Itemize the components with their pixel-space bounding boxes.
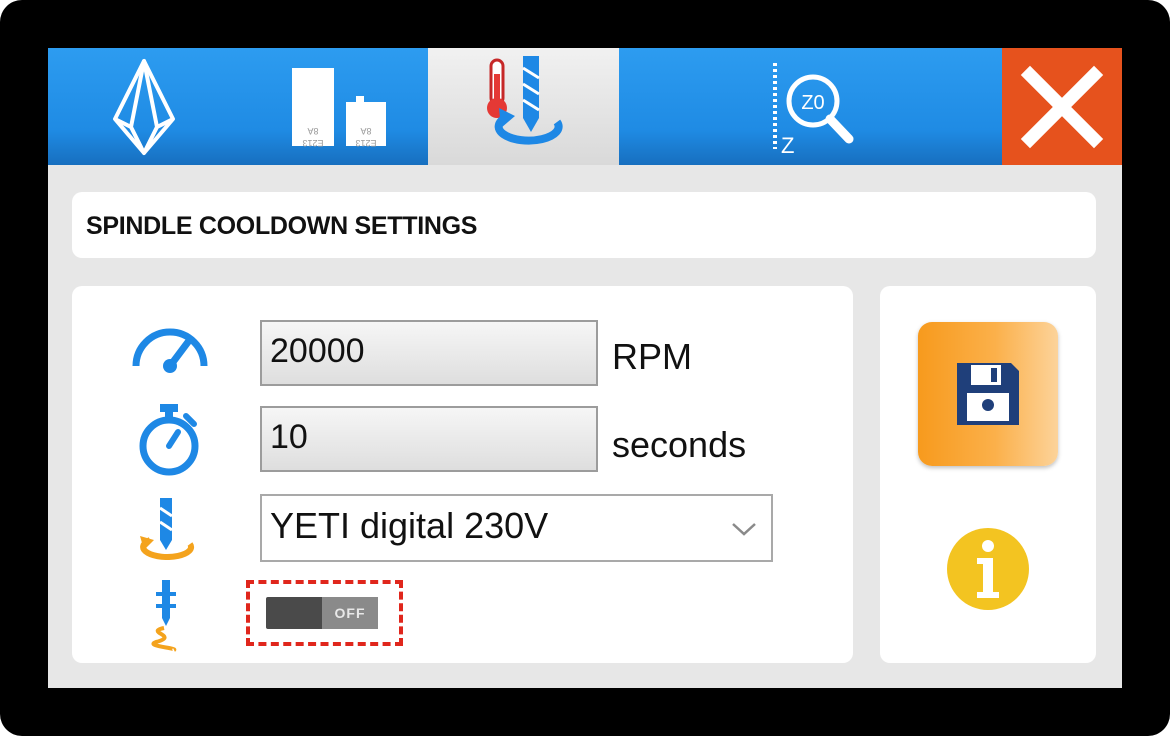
duration-input[interactable]: 10 — [260, 406, 598, 472]
page-title: SPINDLE COOLDOWN SETTINGS — [86, 212, 478, 240]
spindle-temperature-icon — [486, 55, 563, 145]
top-toolbar: 8A E213 8A E213 Z Z0 — [48, 48, 1122, 165]
svg-text:8A: 8A — [307, 126, 318, 136]
speedometer-icon — [132, 328, 208, 373]
stopwatch-icon — [139, 404, 199, 476]
rpm-unit-label: RPM — [612, 336, 692, 377]
yeti-logo-icon — [113, 58, 175, 155]
settings-panel: 20000 RPM 10 seconds YETI digital 230V O… — [72, 286, 853, 663]
app-screen: 8A E213 8A E213 Z Z0 SPINDLE COOLDOWN SE… — [48, 48, 1122, 688]
title-panel: SPINDLE COOLDOWN SETTINGS — [72, 192, 1096, 258]
floppy-disk-icon — [957, 363, 1019, 425]
close-button[interactable] — [1002, 48, 1122, 165]
spindle-cooldown-tab[interactable] — [428, 48, 619, 165]
duration-unit-label: seconds — [612, 424, 747, 465]
z-zero-tab[interactable]: Z Z0 — [619, 48, 1002, 165]
home-logo-tab[interactable] — [48, 48, 240, 165]
svg-text:8A: 8A — [360, 126, 371, 136]
save-button[interactable] — [918, 322, 1058, 466]
spindle-vibration-icon — [151, 580, 177, 652]
z-axis-label: Z — [781, 133, 794, 157]
svg-text:E213: E213 — [355, 138, 376, 148]
spindle-select[interactable]: YETI digital 230V — [260, 494, 773, 562]
svg-text:E213: E213 — [302, 138, 323, 148]
rpm-input[interactable]: 20000 — [260, 320, 598, 386]
spindle-toggle-switch[interactable]: OFF — [266, 597, 378, 629]
info-button[interactable] — [947, 528, 1029, 610]
toggle-state-label: OFF — [322, 597, 378, 629]
info-icon — [977, 540, 999, 598]
z-zero-probe-icon: Z Z0 — [772, 62, 853, 157]
chevron-down-icon — [732, 523, 756, 536]
spindle-select-value: YETI digital 230V — [270, 505, 549, 546]
material-blocks-icon: 8A E213 8A E213 — [292, 67, 386, 148]
close-icon — [1020, 65, 1104, 148]
z0-label: Z0 — [801, 92, 824, 114]
material-tab[interactable]: 8A E213 8A E213 — [240, 48, 428, 165]
spindle-rotate-icon — [140, 498, 195, 560]
